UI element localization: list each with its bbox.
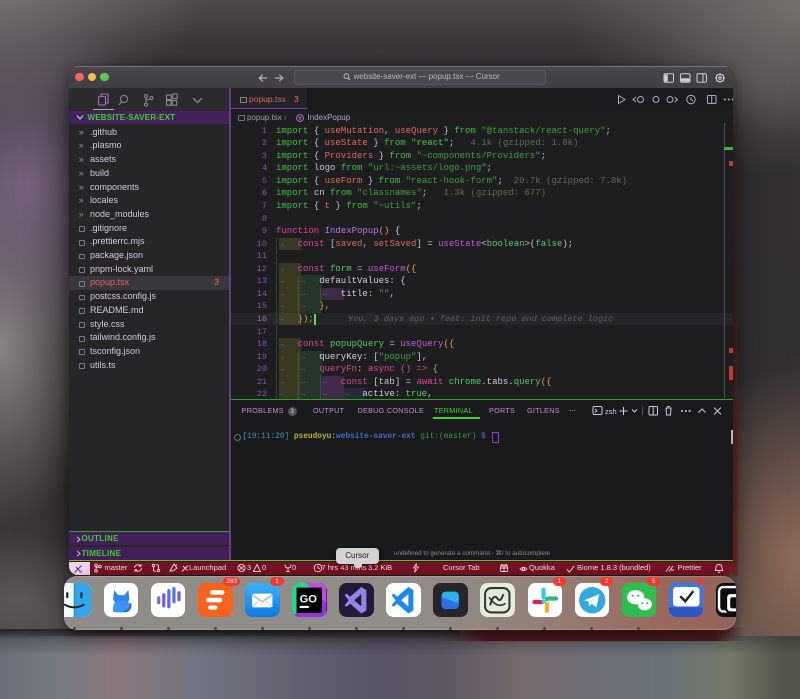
svg-text:zsh: zsh <box>605 407 617 416</box>
svg-text:GO: GO <box>300 593 318 605</box>
